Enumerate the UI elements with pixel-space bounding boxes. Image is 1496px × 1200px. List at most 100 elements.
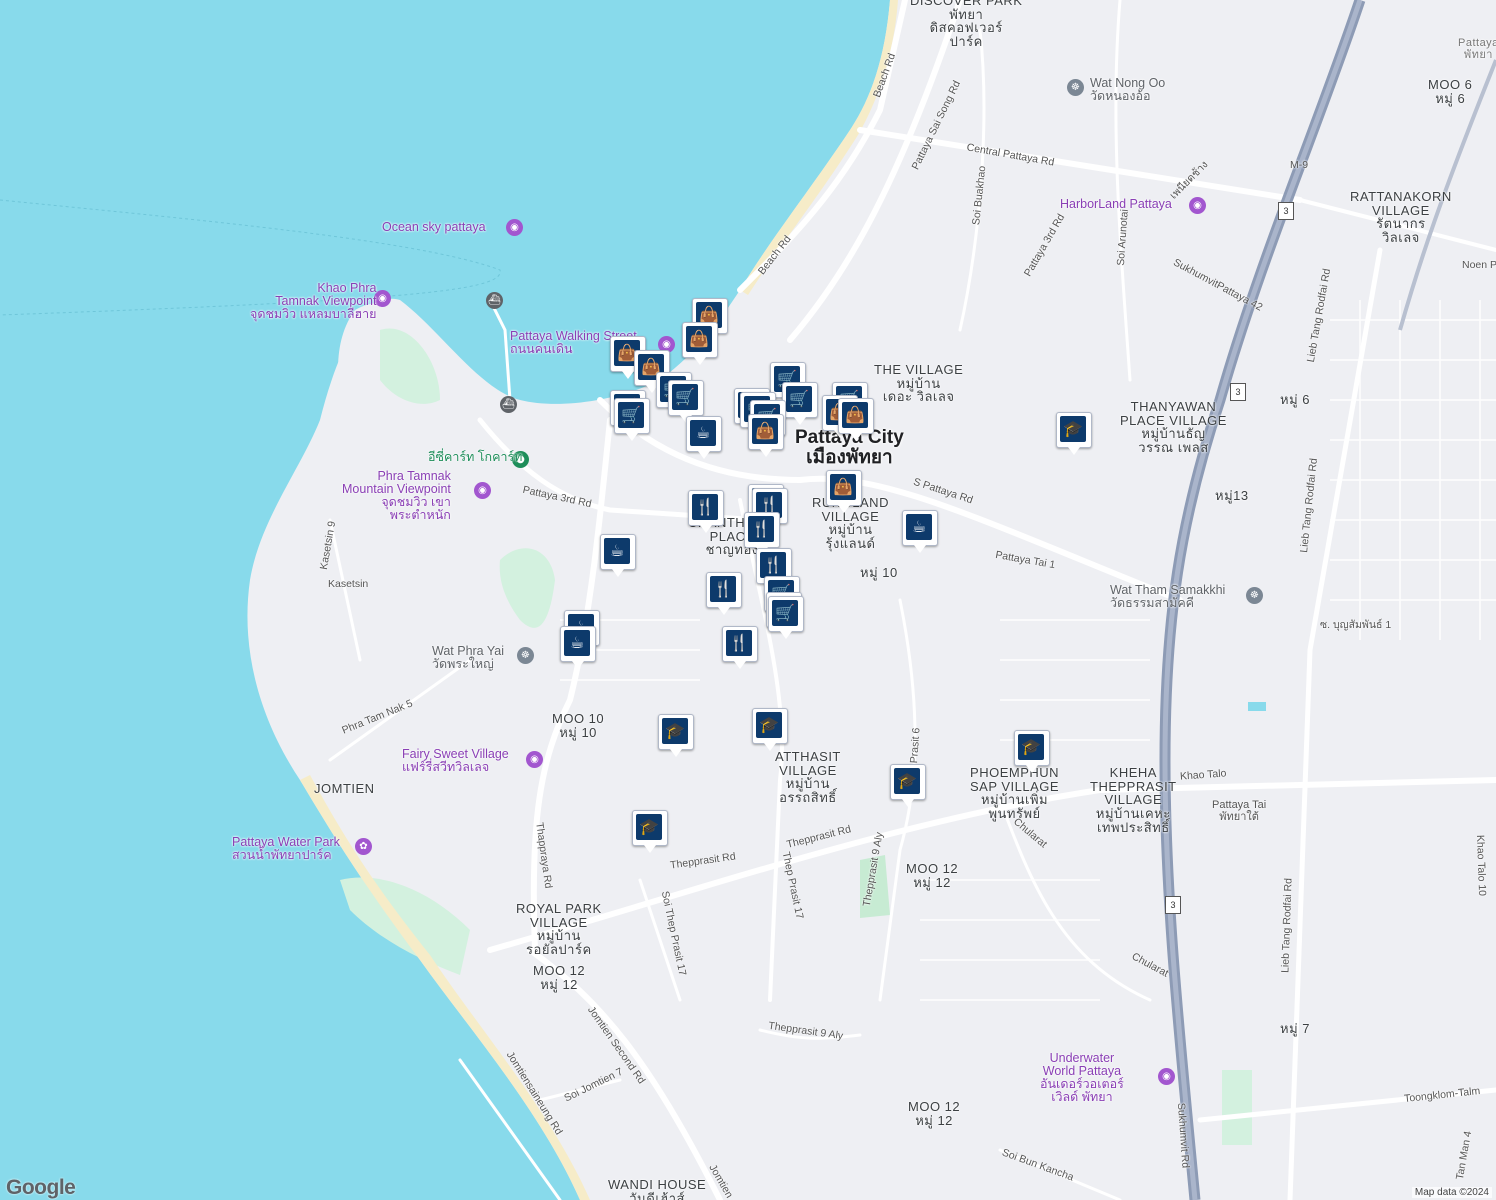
poi-wat-tham-samakkhi[interactable]: Wat Tham Samakkhi วัดธรรมสามัคคี [1110,583,1225,610]
area-kasetsin: Kasetsin [328,578,369,590]
coffee-icon: ☕ [564,630,590,656]
area-moo13: หมู่13 [1215,488,1249,503]
poi-phra-tamnak-mountain[interactable]: Phra Tamnak Mountain Viewpoint จุดชมวิว … [342,469,451,523]
shopping-bag-marker[interactable]: 👜 [682,322,718,366]
school-marker[interactable]: 🎓 [1014,730,1050,774]
area-jomtien: JOMTIEN [314,781,375,796]
cart-marker[interactable]: 🛒 [614,398,650,442]
fish-icon[interactable]: ◉ [1158,1068,1175,1085]
restaurant-icon: 🍴 [710,576,736,602]
map-attribution[interactable]: Map data ©2024 [1411,1187,1492,1198]
area-wandi-house: WANDI HOUSE วันดีเฮ้าส์ [608,1177,707,1200]
restaurant-icon: 🍴 [692,494,718,520]
area-pattaya-tai: Pattaya Tai พัทยาใต้ [1212,799,1267,823]
poi-wat-phra-yai[interactable]: Wat Phra Yai วัดพระใหญ่ [432,644,504,671]
shopping-bag-icon: 👜 [752,418,778,444]
coffee-icon: ☕ [906,514,932,540]
school-icon: 🎓 [636,814,662,840]
restaurant-icon: 🍴 [760,552,786,578]
coffee-icon: ☕ [604,538,630,564]
coffee-marker[interactable]: ☕ [902,510,938,554]
coffee-icon: ☕ [690,420,716,446]
poi-fairy-sweet[interactable]: Fairy Sweet Village แฟร์รี่สวีทวิลเลจ [402,747,509,774]
area-discover-park: DISCOVER PARK พัทยา ดิสคอฟเวอร์ ปาร์ค [910,0,1023,49]
shopping-bag-marker[interactable]: 👜 [748,414,784,458]
camera-icon[interactable]: ◉ [506,219,523,236]
shopping-bag-marker[interactable]: 👜 [838,398,874,442]
poi-underwater-world[interactable]: Underwater World Pattaya อันเดอร์วอเตอร์… [1040,1051,1124,1105]
school-marker[interactable]: 🎓 [752,708,788,752]
shopping-bag-marker[interactable]: 👜 [826,470,862,514]
cart-marker[interactable]: 🛒 [768,596,804,640]
route-shield-3-a: 3 [1278,202,1294,220]
restaurant-icon: 🍴 [748,516,774,542]
shopping-bag-icon: 👜 [686,326,712,352]
restaurant-marker[interactable]: 🍴 [688,490,724,534]
school-marker[interactable]: 🎓 [1056,412,1092,456]
area-moo6: MOO 6 หมู่ 6 [1428,77,1473,106]
school-icon: 🎓 [662,718,688,744]
school-icon: 🎓 [756,712,782,738]
poi-water-park[interactable]: Pattaya Water Park สวนน้ำพัทยาปาร์ค [232,835,340,862]
restaurant-marker[interactable]: 🍴 [706,572,742,616]
area-rattanakorn: RATTANAKORN VILLAGE รัตนากร วิลเลจ [1350,189,1452,245]
park-underwater [1222,1070,1252,1145]
school-marker[interactable]: 🎓 [890,764,926,808]
cart-icon: 🛒 [786,386,812,412]
camera-icon[interactable]: ◉ [526,751,543,768]
area-moo12-c: MOO 12 หมู่ 12 [908,1099,961,1128]
area-moo12-b: MOO 12 หมู่ 12 [533,963,586,992]
poi-khao-phra-tamnak[interactable]: Khao Phra Tamnak Viewpoint จุดชมวิว แหลม… [250,281,376,321]
map-base [0,0,1496,1200]
school-marker[interactable]: 🎓 [632,810,668,854]
road-khao-talo-10: Khao Talo 10 [1473,834,1489,897]
area-moo10-b: MOO 10 หมู่ 10 [552,711,605,740]
camera-icon[interactable]: ◉ [474,482,491,499]
area-thanyawan: THANYAWAN PLACE VILLAGE หมู่บ้านธัญ วรรณ… [1120,399,1227,455]
ferry-icon[interactable]: ⛴ [500,396,517,413]
school-marker[interactable]: 🎓 [658,714,694,758]
map-canvas[interactable]: DISCOVER PARK พัทยา ดิสคอฟเวอร์ ปาร์ค Pat… [0,0,1496,1200]
area-moo6-th: หมู่ 6 [1280,392,1310,407]
road-noen: Noen P [1462,259,1496,271]
restaurant-icon: 🍴 [726,630,752,656]
shopping-bag-icon: 👜 [830,474,856,500]
ferry-icon[interactable]: ⛴ [486,292,503,309]
temple-icon[interactable]: ☸ [517,647,534,664]
school-icon: 🎓 [1018,734,1044,760]
cart-icon: 🛒 [672,384,698,410]
shopping-bag-icon: 👜 [842,402,868,428]
cart-icon: 🛒 [772,600,798,626]
temple-icon[interactable]: ☸ [1246,587,1263,604]
poi-ocean-sky[interactable]: Ocean sky pattaya [382,220,486,234]
road-m9: M-9 [1290,159,1309,171]
area-moo12-a: MOO 12 หมู่ 12 [906,861,959,890]
route-shield-3-c: 3 [1165,896,1181,914]
coffee-marker[interactable]: ☕ [600,534,636,578]
coffee-marker[interactable]: ☕ [686,416,722,460]
area-pattaya: Pattaya พัทยา [1458,37,1496,61]
poi-ecourt[interactable]: อีซี่คาร์ท โกคาร์ท [428,450,522,464]
route-shield-3-b: 3 [1230,383,1246,401]
temple-icon[interactable]: ☸ [1067,79,1084,96]
camera-icon[interactable]: ◉ [1189,197,1206,214]
poi-harborland[interactable]: HarborLand Pattaya [1060,197,1172,211]
area-the-village: THE VILLAGE หมู่บ้าน เดอะ วิลเลจ [874,362,964,405]
area-royal-park: ROYAL PARK VILLAGE หมู่บ้าน รอยัลปาร์ค [516,901,602,957]
area-kheha-thepprasit: KHEHA THEPPRASIT VILLAGE หมู่บ้านเคหะ เท… [1090,765,1177,835]
school-icon: 🎓 [1060,416,1086,442]
area-phoemphun: PHOEMPHUN SAP VILLAGE หมู่บ้านเพิ่ม พูนท… [970,765,1060,821]
camera-icon[interactable]: ◉ [374,290,391,307]
area-moo10-a: หมู่ 10 [860,565,898,580]
google-logo: Google [6,1176,76,1199]
water-park-icon[interactable]: ✿ [355,838,372,855]
coffee-marker[interactable]: ☕ [560,626,596,670]
poi-wat-nong-oo[interactable]: Wat Nong Oo วัดหนองอ้อ [1090,76,1165,103]
area-atthasit: ATTHASIT VILLAGE หมู่บ้าน อรรถสิทธิ์ [775,749,841,805]
cart-marker[interactable]: 🛒 [782,382,818,426]
road-soi-boonsampan: ซ. บุญสัมพันธ์ 1 [1320,619,1392,631]
restaurant-marker[interactable]: 🍴 [722,626,758,670]
school-icon: 🎓 [894,768,920,794]
area-moo7: หมู่ 7 [1280,1021,1310,1036]
cart-icon: 🛒 [618,402,644,428]
